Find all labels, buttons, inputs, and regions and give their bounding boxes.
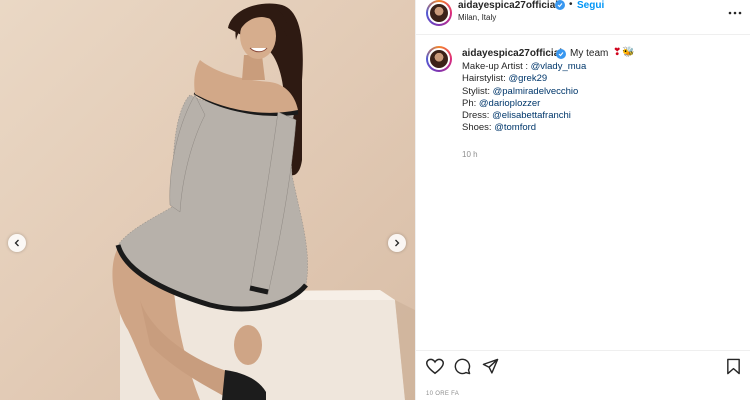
mention-link[interactable]: @palmiradelvecchio [493,86,579,97]
separator-dot: • [569,0,573,10]
post-side-panel: aidayespica27official • Segui Milan, Ita… [415,0,750,400]
caption-timestamp: 10 h [462,150,478,159]
caption-text: My team [570,48,609,59]
comment-icon [454,358,471,375]
verified-badge-icon [556,49,566,59]
caption-username[interactable]: aidayespica27official [462,48,562,59]
bee-emoji: 🐝 [622,47,635,58]
credit-line: Shoes: @tomford [462,122,537,134]
location-link[interactable]: Milan, Italy [458,13,496,22]
mention-link[interactable]: @grek29 [508,73,547,84]
chevron-right-icon [395,239,400,247]
credit-line: Ph: @darioplozzer [462,97,541,109]
post-header: aidayespica27official • Segui Milan, Ita… [416,0,750,36]
more-horizontal-icon [728,11,742,15]
post-photo[interactable] [0,0,415,400]
chevron-left-icon [14,239,19,247]
heart-exclamation-emoji: ❣ [613,47,622,58]
mention-link[interactable]: @vlady_mua [531,61,587,72]
mention-link[interactable]: @elisabettafranchi [492,110,571,121]
follow-button[interactable]: Segui [577,0,604,11]
credit-line: Hairstylist: @grek29 [462,73,548,85]
comment-button[interactable] [454,358,471,380]
send-icon [482,358,499,374]
divider [416,34,750,35]
more-options-button[interactable] [728,2,742,20]
save-button[interactable] [726,358,741,380]
mention-link[interactable]: @tomford [494,122,536,133]
share-button[interactable] [482,358,499,380]
verified-badge-icon [555,0,565,10]
credit-line: Stylist: @palmiradelvecchio [462,85,579,97]
post-timestamp[interactable]: 10 ORE FA [426,391,459,397]
model-illustration [112,3,415,400]
credit-line: Make-up Artist : @vlady_mua [462,61,587,72]
bookmark-icon [727,358,740,375]
header-username[interactable]: aidayespica27official [458,0,558,11]
carousel-prev-button[interactable] [8,234,26,252]
credit-line: Dress: @elisabettafranchi [462,110,571,122]
mention-link[interactable]: @darioplozzer [479,98,540,109]
heart-icon [425,358,445,375]
avatar[interactable] [426,0,452,26]
carousel-next-button[interactable] [388,234,406,252]
credits-list: Make-up Artist : @vlady_mua Hairstylist:… [462,61,586,135]
divider [416,350,750,351]
like-button[interactable] [425,358,445,380]
caption-avatar[interactable] [426,46,452,72]
